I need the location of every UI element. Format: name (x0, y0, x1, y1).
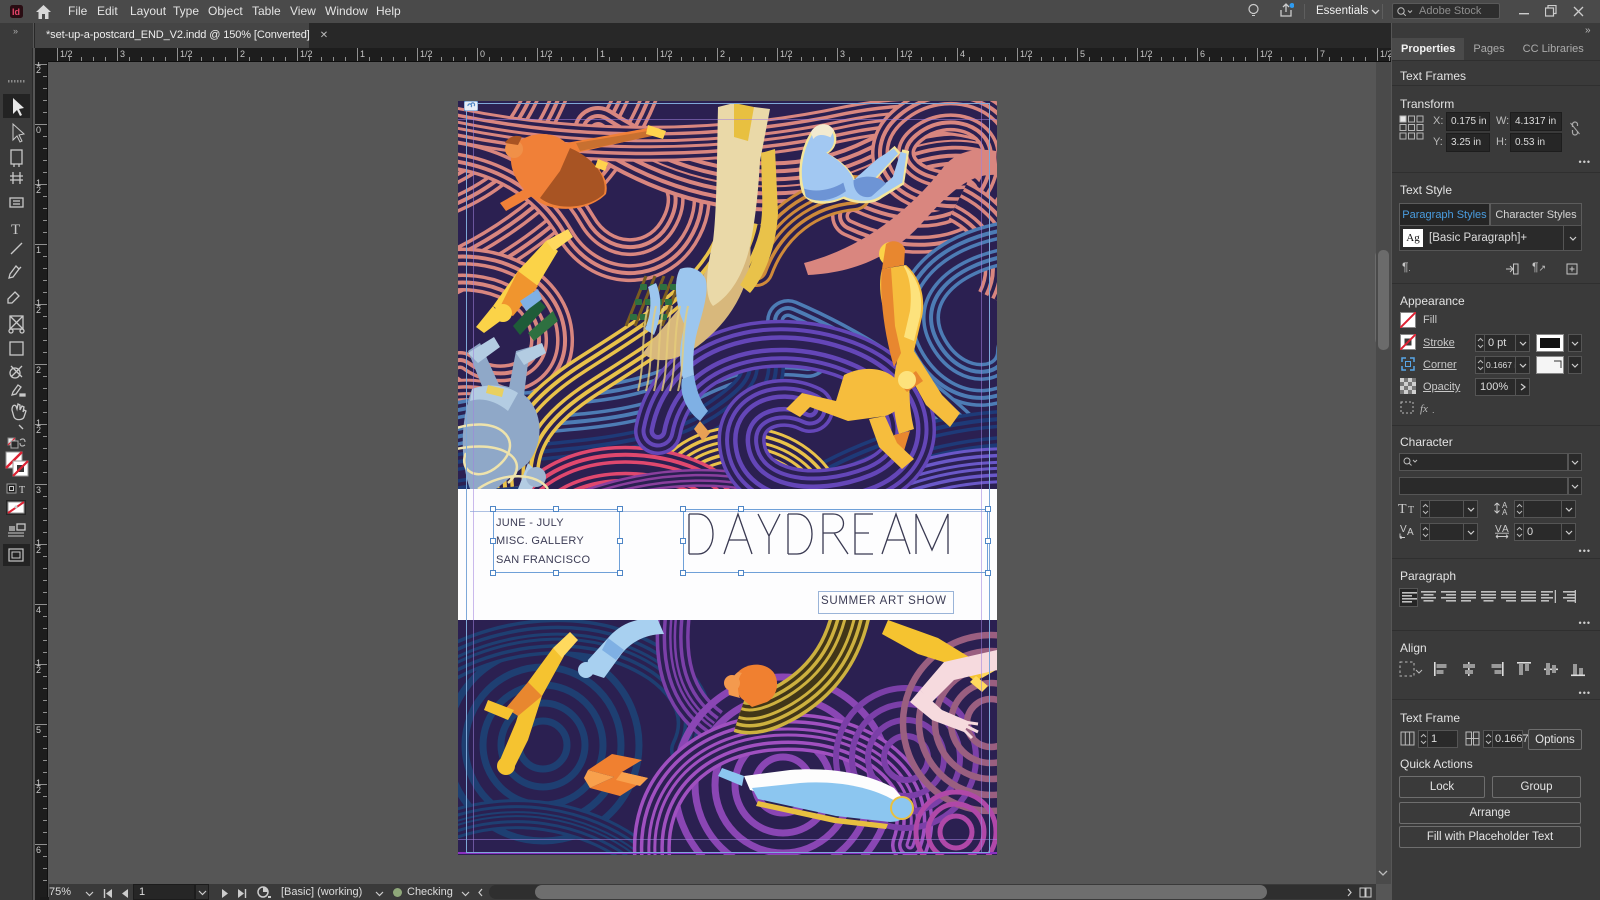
svg-text:T: T (1398, 502, 1407, 515)
svg-text:T: T (19, 485, 25, 496)
svg-text:A: A (1407, 527, 1414, 538)
svg-text:A: A (1502, 508, 1508, 516)
svg-text:fx: fx (1420, 403, 1428, 415)
svg-text:V: V (1400, 524, 1407, 535)
svg-text:.: . (1432, 405, 1435, 415)
svg-text:T: T (1408, 505, 1414, 515)
svg-text:Id: Id (12, 7, 20, 17)
svg-text:T: T (11, 222, 20, 238)
